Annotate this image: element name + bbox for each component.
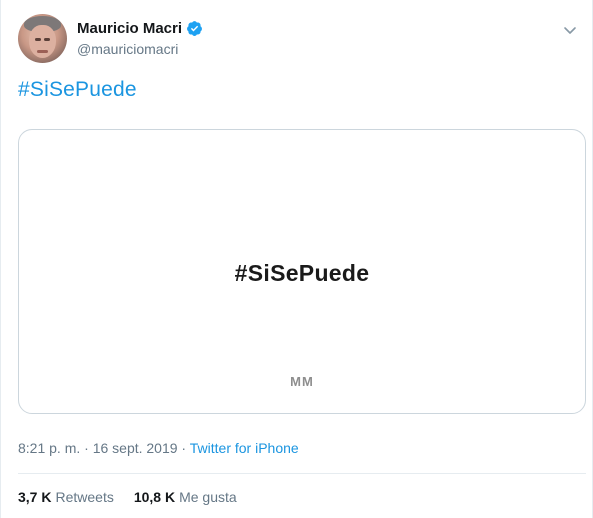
tweet-detail: Mauricio Macri @mauriciomacri #SiSePuede… [0,0,593,518]
likes-stat[interactable]: 10,8 K Me gusta [134,489,237,505]
retweets-label: Retweets [55,489,114,505]
chevron-down-icon[interactable] [562,22,578,38]
media-card[interactable]: #SiSePuede MM [18,129,586,414]
meta-separator: · [177,440,190,456]
tweet-hashtag-link[interactable]: #SiSePuede [18,78,137,102]
user-name-row[interactable]: Mauricio Macri [77,20,203,37]
avatar[interactable] [18,14,67,63]
likes-count: 10,8 K [133,489,176,505]
tweet-timestamp[interactable]: 8:21 p. m. · 16 sept. 2019 [18,440,178,456]
tweet-header: Mauricio Macri @mauriciomacri [18,14,578,66]
tweet-metadata: 8:21 p. m. · 16 sept. 2019 · Twitter for… [18,440,299,456]
avatar-eye-right [44,38,50,41]
media-logo: MM [290,374,314,389]
tweet-stats: 3,7 K Retweets 10,8 K Me gusta [18,489,257,505]
retweets-stat[interactable]: 3,7 K Retweets [18,489,114,505]
tweet-source-link[interactable]: Twitter for iPhone [190,440,299,456]
avatar-mouth [37,50,48,53]
avatar-face [29,25,56,58]
retweets-count: 3,7 K [18,489,52,505]
divider [18,473,586,474]
likes-label: Me gusta [179,489,237,505]
screen-name[interactable]: @mauriciomacri [77,41,178,57]
verified-badge-icon [186,20,203,37]
media-hashtag-text: #SiSePuede [234,260,370,286]
avatar-eye-left [35,38,41,41]
display-name[interactable]: Mauricio Macri [77,20,182,37]
